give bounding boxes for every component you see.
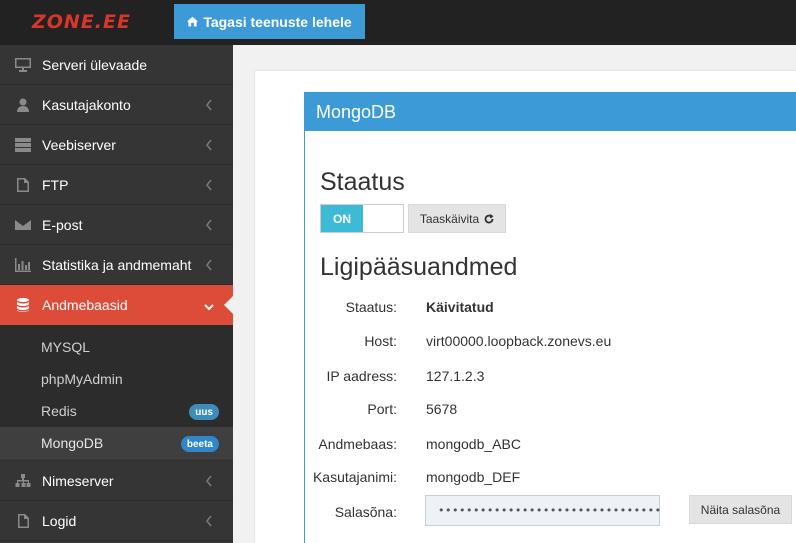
field-row-ip: IP aadress: 127.1.2.3 [305,365,796,389]
new-badge: uus [189,404,219,420]
toggle-on-label: ON [321,205,363,232]
databases-submenu: MYSQL phpMyAdmin Redis uus MongoDB beeta [0,325,233,459]
sidebar-item-label: E-post [42,216,83,233]
back-to-services-button[interactable]: Tagasi teenuste lehele [174,4,365,39]
active-indicator-arrow [224,295,234,315]
status-toggle[interactable]: ON [320,204,404,233]
sidebar-item-nameserver[interactable]: Nimeserver [0,461,233,501]
chevron-left-icon [205,98,213,112]
top-bar: ZONE.EE Tagasi teenuste lehele [0,0,796,45]
field-label: IP aadress: [326,368,397,384]
show-password-button[interactable]: Näita salasõna [689,495,792,524]
field-row-username: Kasutajanimi: mongodb_DEF [305,466,796,490]
sidebar-item-account[interactable]: Kasutajakonto [0,85,233,125]
field-value: 5678 [426,401,458,417]
sidebar-item-databases[interactable]: Andmebaasid [0,285,234,325]
submenu-item-phpmyadmin[interactable]: phpMyAdmin [0,363,233,395]
home-icon [187,16,199,27]
field-row-database: Andmebaas: mongodb_ABC [305,433,796,457]
database-icon [14,297,32,313]
submenu-item-label: MYSQL [41,339,91,355]
sidebar-item-label: Kasutajakonto [42,96,131,113]
chevron-down-icon [203,299,215,311]
bar-chart-icon [14,257,32,273]
sidebar-item-webserver[interactable]: Veebiserver [0,125,233,165]
password-field[interactable]: •••••••••••••••••••••••••••••••• [425,495,661,526]
status-heading: Staatus [320,168,405,196]
sidebar-item-logs[interactable]: Logid [0,501,233,541]
credentials-heading: Ligipääsuandmed [320,253,518,281]
file-icon [14,513,32,529]
chevron-left-icon [205,258,213,272]
password-label: Salasõna: [334,504,397,520]
logo[interactable]: ZONE.EE [32,11,131,33]
refresh-icon [484,213,494,223]
field-label: Kasutajanimi: [312,469,397,485]
field-value: mongodb_ABC [426,436,521,452]
toggle-knob [363,205,403,232]
sidebar-item-label: Logid [42,512,77,529]
field-row-port: Port: 5678 [305,398,796,422]
user-icon [14,97,32,113]
sidebar-item-label: FTP [42,176,69,193]
sidebar-item-label: Veebiserver [42,136,116,153]
field-label: Host: [364,333,397,349]
submenu-item-mysql[interactable]: MYSQL [0,331,233,363]
sidebar-item-label: Nimeserver [42,472,114,489]
restart-button-label: Taaskäivita [419,211,480,226]
submenu-item-mongodb[interactable]: MongoDB beeta [0,427,233,459]
sidebar-item-label: Serveri ülevaade [42,56,148,73]
sidebar-item-email[interactable]: E-post [0,205,233,245]
field-row-status: Staatus: Käivitatud [305,296,796,320]
field-row-password: Salasõna: ••••••••••••••••••••••••••••••… [305,495,796,526]
box-title: MongoDB [305,93,796,131]
sidebar-item-statistics[interactable]: Statistika ja andmemaht [0,245,233,285]
field-value: virt00000.loopback.zonevs.eu [426,333,612,349]
restart-button[interactable]: Taaskäivita [408,204,506,233]
beta-badge: beeta [180,436,219,452]
field-value: Käivitatud [426,299,494,315]
mongodb-box: MongoDB Staatus ON Taaskäivita Ligipääsu… [304,92,796,543]
submenu-item-redis[interactable]: Redis uus [0,395,233,427]
field-row-host: Host: virt00000.loopback.zonevs.eu [305,330,796,354]
chevron-left-icon [205,138,213,152]
field-value: mongodb_DEF [426,469,521,485]
monitor-icon [14,57,32,73]
sidebar-item-label: Statistika ja andmemaht [42,256,192,273]
server-icon [14,137,32,153]
sitemap-icon [14,473,32,489]
sidebar: Serveri ülevaade Kasutajakonto Veebiserv… [0,45,234,543]
field-label: Staatus: [345,299,397,315]
submenu-item-label: phpMyAdmin [41,371,123,387]
chevron-left-icon [205,218,213,232]
chevron-left-icon [205,514,213,528]
field-label: Andmebaas: [318,436,397,452]
file-code-icon [14,177,32,193]
sidebar-item-server-overview[interactable]: Serveri ülevaade [0,45,233,85]
sidebar-item-ftp[interactable]: FTP [0,165,233,205]
field-value: 127.1.2.3 [426,368,485,384]
submenu-item-label: Redis [41,403,77,419]
chevron-left-icon [205,178,213,192]
envelope-icon [14,217,32,233]
sidebar-item-label: Andmebaasid [42,297,128,313]
field-label: Port: [367,401,397,417]
submenu-item-label: MongoDB [41,435,104,451]
back-button-label: Tagasi teenuste lehele [203,13,352,30]
chevron-left-icon [205,474,213,488]
